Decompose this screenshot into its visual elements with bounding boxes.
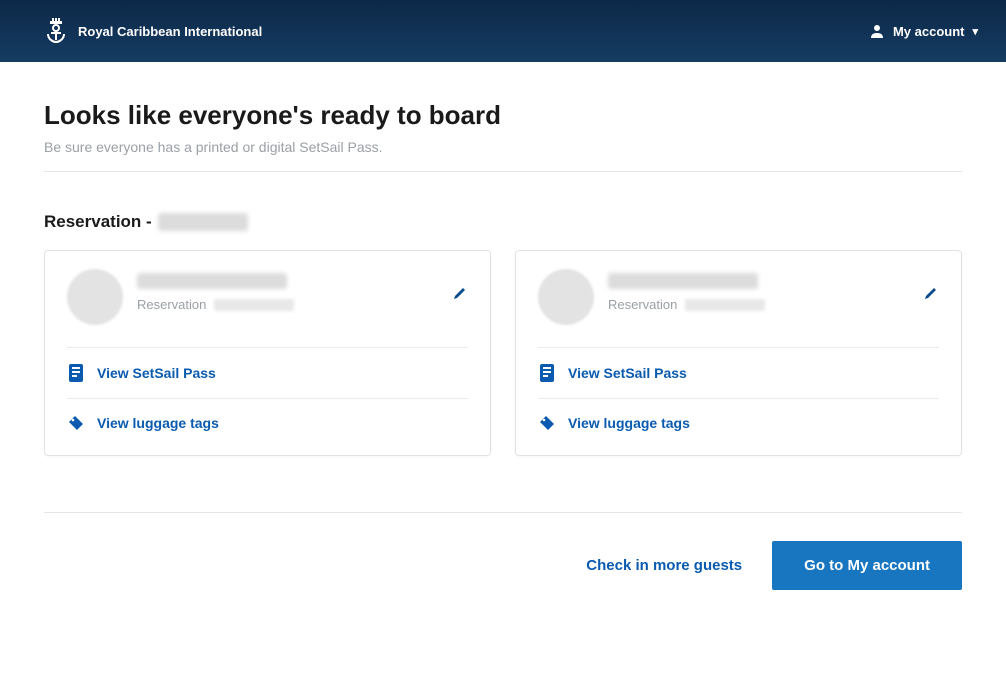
guest-name-redacted bbox=[608, 273, 758, 289]
person-icon bbox=[869, 23, 885, 39]
guest-info: Reservation bbox=[608, 269, 939, 312]
edit-button[interactable] bbox=[452, 285, 468, 301]
check-in-more-guests-link[interactable]: Check in more guests bbox=[586, 557, 742, 574]
guest-card: Reservation View SetSail Pass bbox=[44, 250, 491, 456]
brand-name: Royal Caribbean International bbox=[78, 24, 262, 39]
luggage-label: View luggage tags bbox=[568, 415, 690, 431]
setsail-label: View SetSail Pass bbox=[568, 365, 687, 381]
guest-info: Reservation bbox=[137, 269, 468, 312]
guest-header: Reservation bbox=[67, 269, 468, 347]
reservation-label: Reservation bbox=[137, 297, 206, 312]
go-to-my-account-button[interactable]: Go to My account bbox=[772, 541, 962, 590]
chevron-down-icon: ▾ bbox=[972, 25, 978, 38]
guest-card: Reservation View SetSail Pass bbox=[515, 250, 962, 456]
avatar bbox=[67, 269, 123, 325]
page-subtitle: Be sure everyone has a printed or digita… bbox=[44, 139, 962, 155]
brand[interactable]: Royal Caribbean International bbox=[44, 18, 262, 44]
pass-icon bbox=[538, 364, 556, 382]
my-account-label: My account bbox=[893, 24, 965, 39]
view-luggage-tags-link[interactable]: View luggage tags bbox=[67, 398, 468, 447]
view-setsail-pass-link[interactable]: View SetSail Pass bbox=[538, 347, 939, 398]
reservation-value-redacted bbox=[685, 299, 765, 311]
page-title: Looks like everyone's ready to board bbox=[44, 100, 962, 131]
my-account-menu[interactable]: My account ▾ bbox=[869, 23, 978, 39]
reservation-label: Reservation bbox=[608, 297, 677, 312]
view-setsail-pass-link[interactable]: View SetSail Pass bbox=[67, 347, 468, 398]
site-header: Royal Caribbean International My account… bbox=[0, 0, 1006, 62]
page-content: Looks like everyone's ready to board Be … bbox=[0, 62, 1006, 590]
avatar bbox=[538, 269, 594, 325]
reservation-number-redacted bbox=[158, 213, 248, 231]
divider bbox=[44, 171, 962, 172]
luggage-label: View luggage tags bbox=[97, 415, 219, 431]
reservation-value-redacted bbox=[214, 299, 294, 311]
tag-icon bbox=[67, 415, 85, 431]
guest-name-redacted bbox=[137, 273, 287, 289]
pencil-icon bbox=[452, 285, 468, 301]
setsail-label: View SetSail Pass bbox=[97, 365, 216, 381]
pencil-icon bbox=[923, 285, 939, 301]
view-luggage-tags-link[interactable]: View luggage tags bbox=[538, 398, 939, 447]
edit-button[interactable] bbox=[923, 285, 939, 301]
reservation-prefix: Reservation - bbox=[44, 212, 152, 232]
reservation-heading: Reservation - bbox=[44, 212, 962, 232]
anchor-crown-logo-icon bbox=[44, 18, 68, 44]
guest-cards: Reservation View SetSail Pass bbox=[44, 250, 962, 456]
footer-actions: Check in more guests Go to My account bbox=[44, 512, 962, 590]
guest-header: Reservation bbox=[538, 269, 939, 347]
pass-icon bbox=[67, 364, 85, 382]
tag-icon bbox=[538, 415, 556, 431]
